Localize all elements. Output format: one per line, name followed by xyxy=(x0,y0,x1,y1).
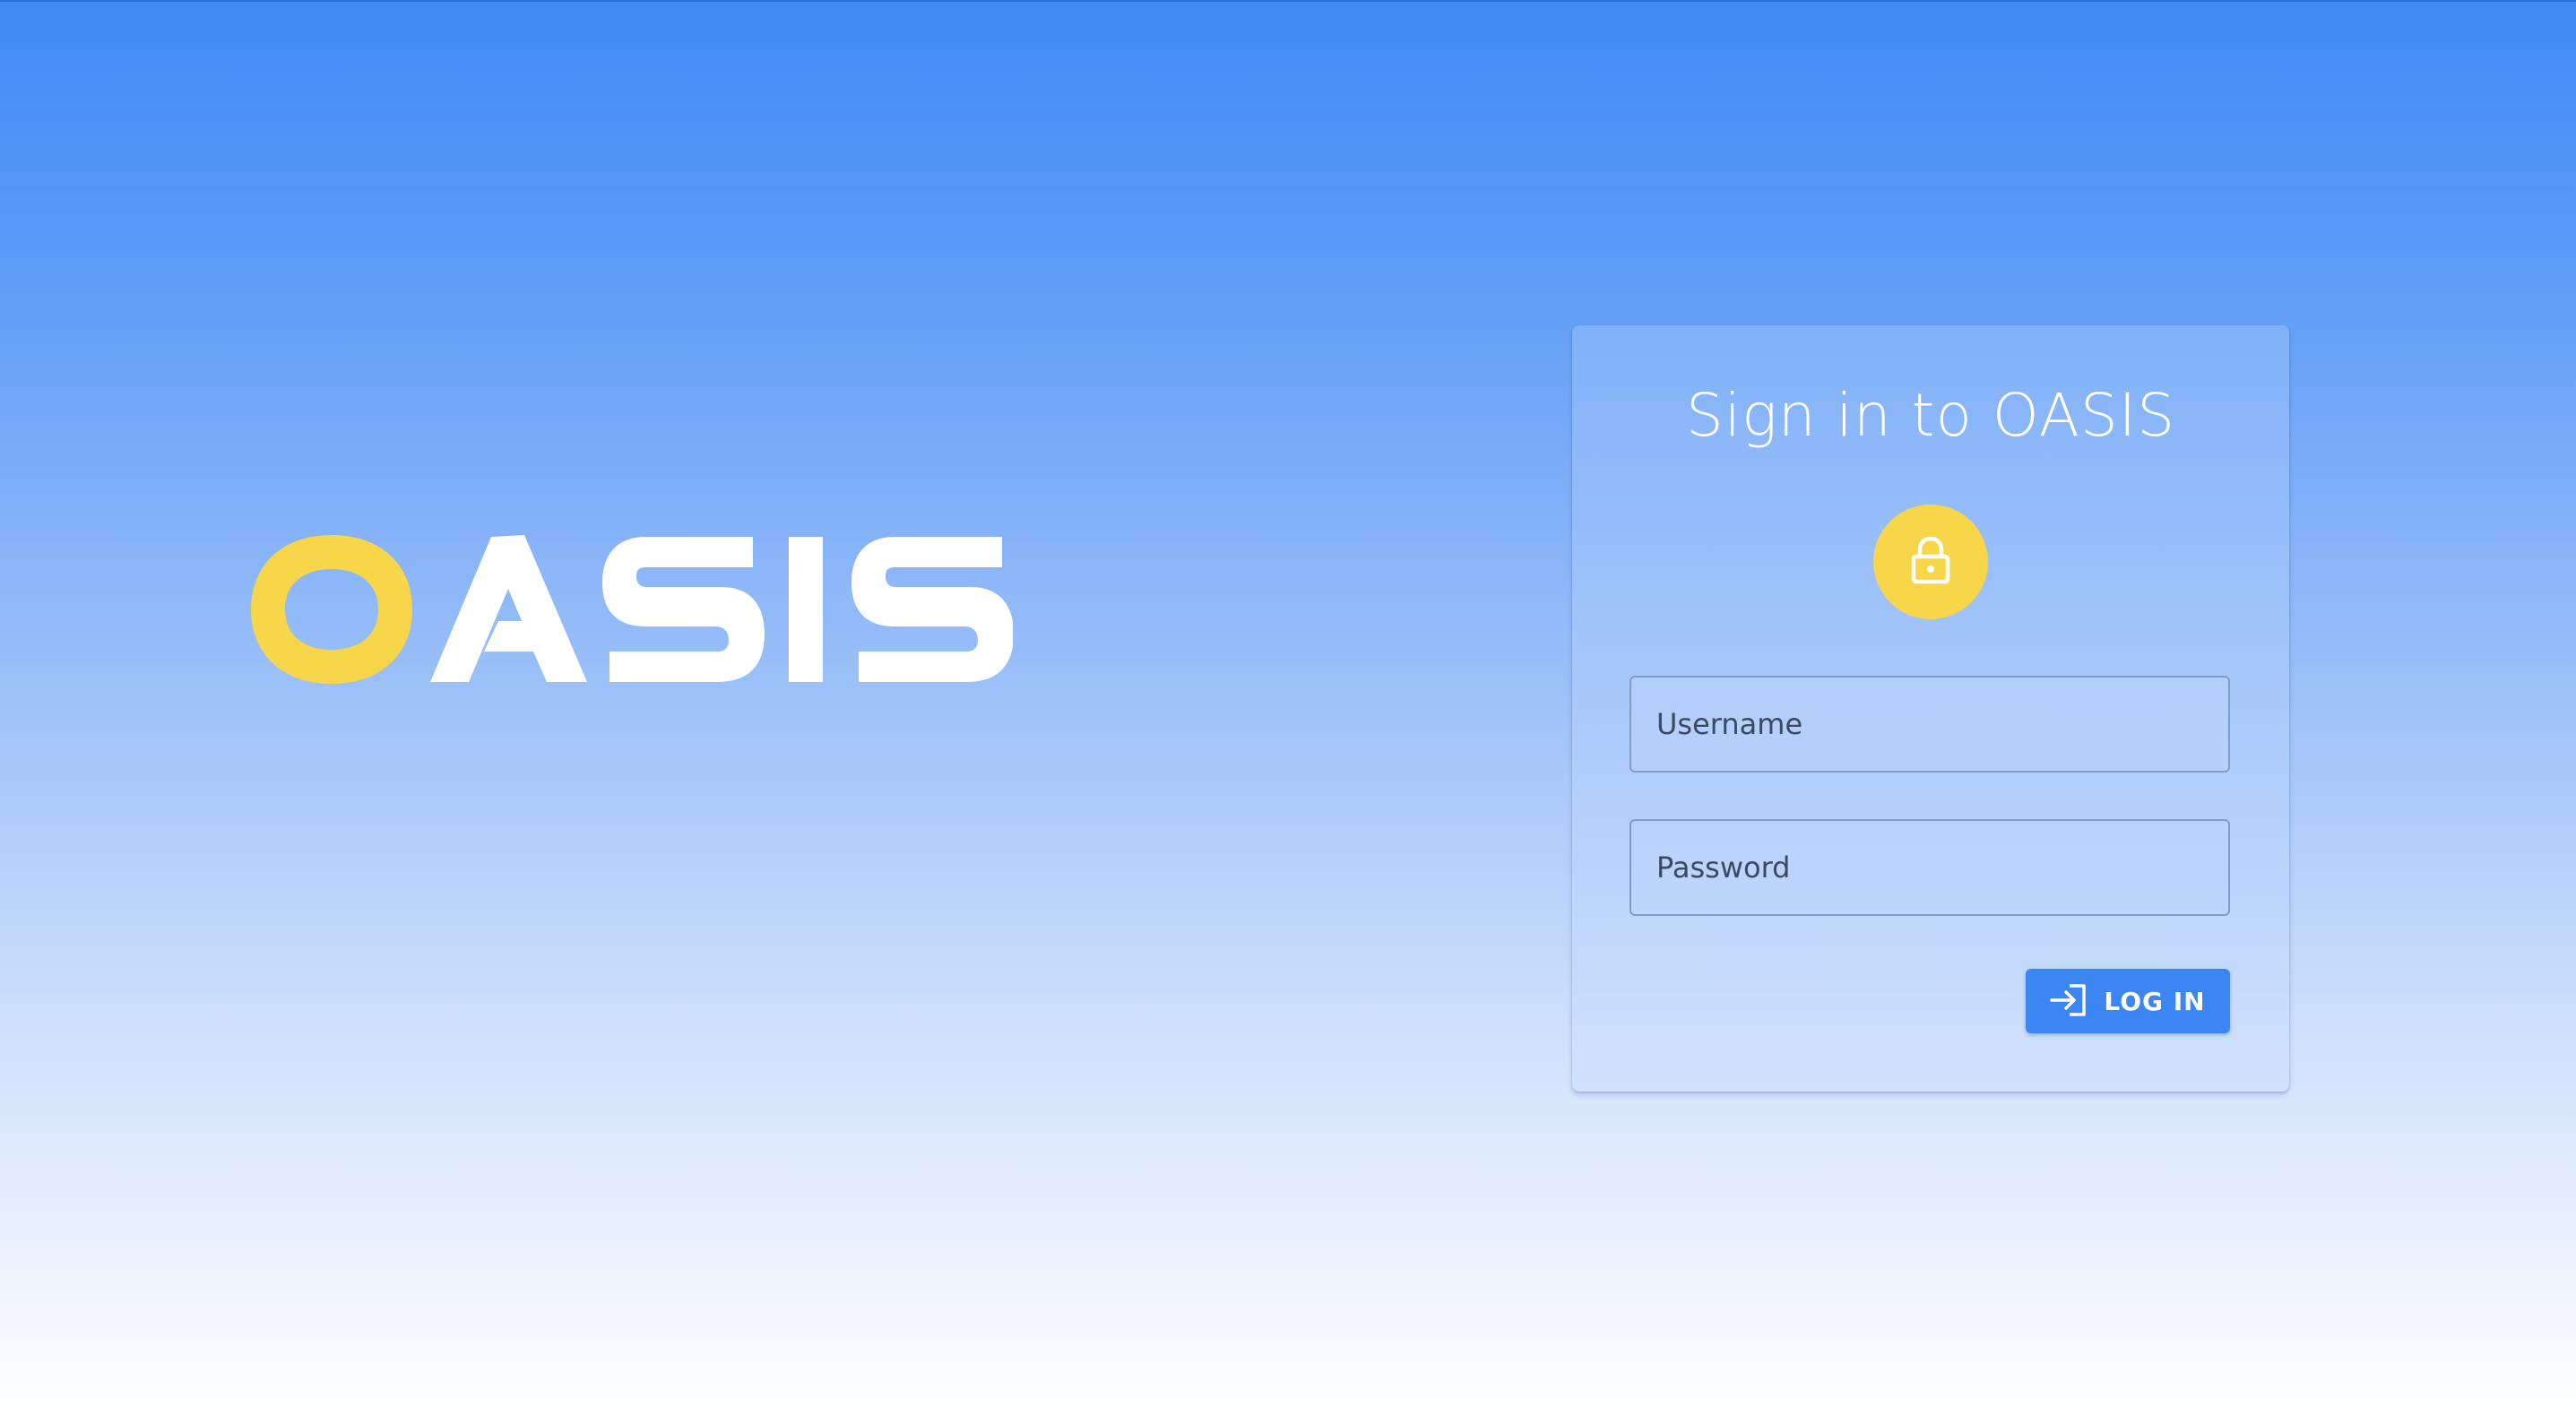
login-card: Sign in to OASIS LOG IN xyxy=(1572,325,2289,1092)
oasis-logo xyxy=(251,533,1013,686)
login-button-label: LOG IN xyxy=(2104,986,2206,1016)
top-border xyxy=(0,0,2576,2)
lock-icon xyxy=(1909,535,1952,590)
lock-badge xyxy=(1873,505,1988,619)
logo-letter-s1 xyxy=(602,537,765,682)
login-button[interactable]: LOG IN xyxy=(2026,969,2230,1033)
password-input[interactable] xyxy=(1631,821,2228,914)
logo-letter-s2 xyxy=(851,537,1013,682)
login-icon xyxy=(2050,983,2088,1020)
logo-letter-a xyxy=(430,535,587,682)
username-field-container xyxy=(1629,676,2230,773)
password-field-container xyxy=(1629,819,2230,916)
logo-letter-i xyxy=(789,537,823,682)
logo-letter-o xyxy=(251,535,412,684)
login-title: Sign in to OASIS xyxy=(1685,381,2176,450)
username-input[interactable] xyxy=(1631,678,2228,771)
